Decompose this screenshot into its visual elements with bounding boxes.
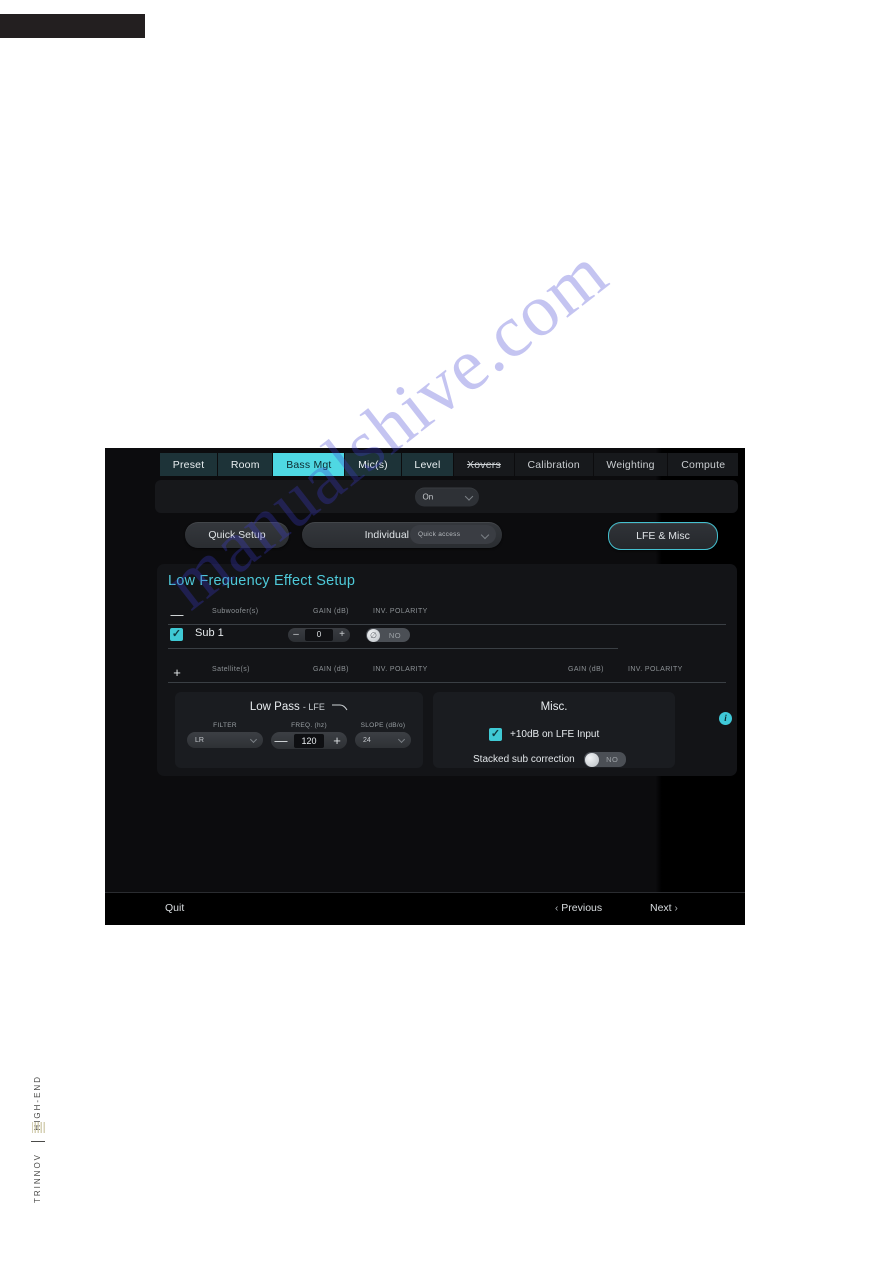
sub1-gain-stepper[interactable]: – 0 + [288,628,350,642]
col-inv-polarity: INV. POLARITY [373,608,428,615]
col-inv-polarity: INV. POLARITY [373,666,428,673]
tab-preset[interactable]: Preset [160,453,219,476]
app-inner-surface: Preset Room Bass Mgt Mic(s) Level Xovers… [105,448,745,925]
panel-title: Low Frequency Effect Setup [168,573,356,589]
bass-management-mode-select[interactable]: On [414,487,479,506]
sub1-gain-value[interactable]: 0 [305,629,333,641]
chevron-down-icon [397,735,406,744]
filter-value: LR [195,736,204,744]
stacked-sub-value: NO [606,755,619,764]
sub1-polarity-toggle[interactable]: ∅ NO [366,628,410,642]
tab-room[interactable]: Room [218,453,274,476]
filter-select[interactable]: LR [187,732,263,748]
plus-cursor-icon[interactable]: + [170,666,184,679]
quit-button[interactable]: Quit [165,902,184,914]
top-black-bar [0,14,145,38]
lfe-input-label: +10dB on LFE Input [510,729,600,740]
gain-increment-button[interactable]: + [334,628,350,642]
mode-bar: On [155,480,738,513]
slope-control: SLOPE (dB/o) 24 [355,722,411,748]
misc-card: Misc. ✓ +10dB on LFE Input Stacked sub c… [433,692,675,768]
freq-value[interactable]: 120 [294,733,324,748]
tab-xovers: Xovers [454,453,515,476]
next-button[interactable]: Next › [650,902,678,914]
slope-select[interactable]: 24 [355,732,411,748]
sub1-polarity-value: NO [388,630,402,640]
info-icon[interactable]: i [719,712,732,725]
trinnov-app-window: Preset Room Bass Mgt Mic(s) Level Xovers… [105,448,745,925]
next-label: Next [650,902,672,914]
freq-increment-button[interactable]: + [330,732,344,749]
bass-management-mode-value: On [422,492,434,501]
tab-weighting[interactable]: Weighting [593,453,669,476]
lowpass-curve-icon [332,704,348,711]
previous-label: Previous [561,902,603,914]
satellite-header-row: + Satellite(s) GAIN (dB) INV. POLARITY G… [168,664,726,683]
chevron-down-icon [480,530,490,540]
stacked-sub-toggle[interactable]: NO [583,752,626,767]
tab-compute[interactable]: Compute [668,453,739,476]
sub1-label: Sub 1 [195,627,224,639]
quick-access-value: Quick access [418,531,461,538]
slope-label: SLOPE (dB/o) [360,722,406,729]
setup-button-row: Quick Setup Individual Setup Quick acces… [105,522,745,554]
toggle-knob-icon: ∅ [367,628,380,642]
col-inv-polarity-2: INV. POLARITY [628,666,683,673]
lfe-setup-panel: Low Frequency Effect Setup — Subwoofer(s… [157,564,737,776]
tab-calibration[interactable]: Calibration [514,453,594,476]
freq-decrement-button[interactable]: — [274,732,288,749]
col-gain: GAIN (dB) [313,608,349,615]
trinnov-logo-icon [32,1122,45,1133]
chevron-down-icon [249,735,258,744]
filter-control: FILTER LR [187,722,263,748]
freq-label: FREQ. (hz) [291,722,327,729]
col-gain: GAIN (dB) [313,666,349,673]
tab-bar: Preset Room Bass Mgt Mic(s) Level Xovers… [160,453,739,476]
stacked-sub-row: Stacked sub correction NO [473,752,626,767]
low-pass-title-main: Low Pass [249,701,300,713]
col-satellites: Satellite(s) [212,666,250,673]
chevron-down-icon [464,491,473,501]
quick-access-select[interactable]: Quick access [410,525,496,544]
col-gain-2: GAIN (dB) [568,666,604,673]
lfe-input-row: ✓ +10dB on LFE Input [489,728,599,741]
lfe-input-checkbox[interactable]: ✓ [489,728,502,741]
freq-stepper[interactable]: — 120 + [271,732,347,749]
slope-value: 24 [363,736,371,744]
bottom-bar: Quit ‹ Previous Next › [105,892,745,925]
brand-trinnov-text: TRINNOV [33,1153,42,1203]
low-pass-title-sub: - LFE [302,702,325,712]
table-row: ✓ Sub 1 – 0 + ∅ NO [168,626,618,649]
tab-bass-mgt[interactable]: Bass Mgt [273,453,346,476]
brand-sidebar: HIGH-END TRINNOV [30,1075,54,1215]
page-root: manualshive.com Preset Room Bass Mgt Mic… [0,0,893,1263]
toggle-knob-icon [584,752,599,767]
individual-setup-button[interactable]: Individual Setup Quick access [302,522,502,548]
subwoofer-header-row: — Subwoofer(s) GAIN (dB) INV. POLARITY [168,606,726,625]
low-pass-card: Low Pass - LFE FILTER LR FREQ. (hz) — 12… [175,692,423,768]
chevron-right-icon: › [674,903,678,914]
minus-icon[interactable]: — [170,608,184,621]
chevron-left-icon: ‹ [555,903,559,914]
previous-button[interactable]: ‹ Previous [555,902,602,914]
tab-mics[interactable]: Mic(s) [345,453,402,476]
col-subwoofers: Subwoofer(s) [212,608,259,615]
low-pass-title: Low Pass - LFE [175,701,423,713]
quick-setup-button[interactable]: Quick Setup [185,522,289,548]
tab-level[interactable]: Level [401,453,455,476]
brand-divider [31,1141,45,1142]
stacked-sub-label: Stacked sub correction [473,754,575,765]
filter-label: FILTER [213,722,237,729]
sub1-checkbox[interactable]: ✓ [170,628,183,641]
frequency-control: FREQ. (hz) — 120 + [271,722,347,749]
lfe-misc-button[interactable]: LFE & Misc [608,522,718,550]
gain-decrement-button[interactable]: – [288,628,304,642]
misc-title: Misc. [540,701,568,713]
